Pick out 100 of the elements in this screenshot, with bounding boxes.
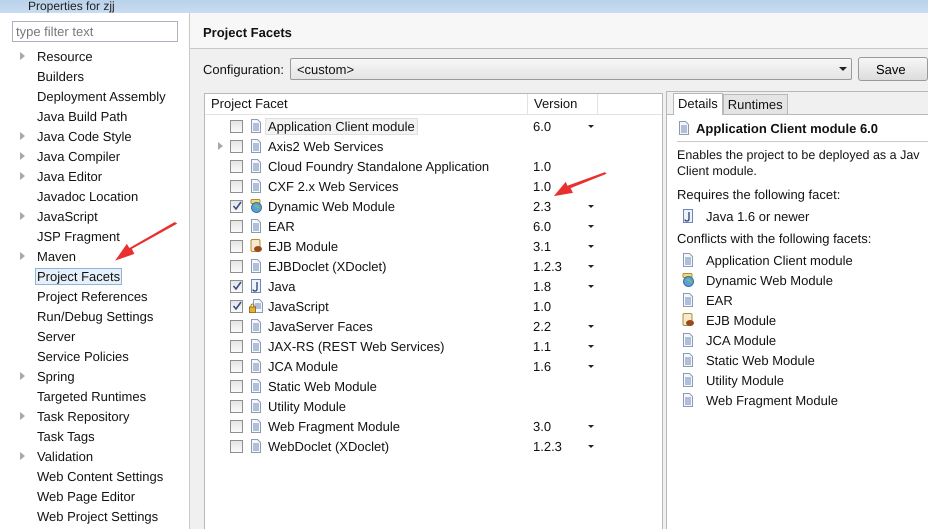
sidebar-item[interactable]: Builders — [35, 68, 86, 84]
version-cell: 1.6 — [533, 358, 552, 374]
sidebar-item[interactable]: Service Policies — [35, 348, 131, 364]
sidebar-item[interactable]: Targeted Runtimes — [35, 388, 148, 404]
expand-icon[interactable] — [20, 452, 25, 460]
version-cell: 2.3 — [533, 198, 552, 214]
sidebar-item[interactable]: Web Content Settings — [35, 468, 166, 484]
sidebar-item[interactable]: Spring — [35, 368, 77, 384]
sidebar-item[interactable]: Java Code Style — [35, 128, 134, 144]
expand-icon[interactable] — [20, 372, 25, 380]
checkbox[interactable] — [230, 360, 243, 372]
sidebar-item[interactable]: JSP Fragment — [35, 228, 122, 244]
version-cell: 1.2.3 — [533, 258, 562, 274]
document-icon — [249, 379, 263, 393]
sidebar-item[interactable]: Maven — [35, 248, 78, 264]
facet-name[interactable]: EJBDoclet (XDoclet) — [265, 258, 390, 274]
facet-name[interactable]: Cloud Foundry Standalone Application — [265, 158, 492, 174]
dropdown-caret-icon[interactable] — [588, 364, 594, 368]
sidebar-item[interactable]: Web Project Settings — [35, 508, 160, 524]
dropdown-caret-icon[interactable] — [588, 344, 594, 348]
checkbox[interactable] — [230, 200, 243, 212]
sidebar-item[interactable]: JavaScript — [35, 208, 100, 224]
document-icon — [249, 339, 263, 353]
sidebar-item[interactable]: Server — [35, 328, 78, 344]
checkbox[interactable] — [230, 440, 243, 452]
configuration-dropdown[interactable]: <custom> — [290, 58, 852, 80]
tab[interactable]: Details — [673, 93, 723, 115]
checkbox[interactable] — [230, 280, 243, 292]
facet-item: Java 1.6 or newer — [706, 208, 810, 224]
facet-item: Utility Module — [706, 372, 784, 388]
sidebar-item[interactable]: Java Compiler — [35, 148, 122, 164]
facet-name[interactable]: EJB Module — [265, 238, 342, 254]
checkbox[interactable] — [230, 160, 243, 172]
checkbox[interactable] — [230, 320, 243, 332]
checkbox[interactable] — [230, 180, 243, 192]
facet-name[interactable]: JavaServer Faces — [265, 318, 376, 334]
checkbox[interactable] — [230, 240, 243, 252]
sidebar-item[interactable]: Task Tags — [35, 428, 97, 444]
sidebar-item[interactable]: Javadoc Location — [35, 188, 140, 204]
facet-name[interactable]: WebDoclet (XDoclet) — [265, 438, 392, 454]
sidebar-item[interactable]: Project Facets — [35, 268, 122, 284]
filter-field[interactable]: type filter text — [12, 21, 178, 42]
column-header[interactable]: Version — [528, 94, 598, 114]
dropdown-caret-icon[interactable] — [588, 224, 594, 228]
checkbox[interactable] — [230, 380, 243, 392]
facet-name[interactable]: Static Web Module — [265, 378, 380, 394]
column-header[interactable]: Project Facet — [205, 94, 528, 114]
expand-icon[interactable] — [20, 212, 25, 220]
facet-name[interactable]: Application Client module — [265, 118, 418, 134]
facet-name[interactable]: Utility Module — [265, 398, 350, 414]
version-cell: 6.0 — [533, 218, 552, 234]
sidebar-item[interactable]: Web Page Editor — [35, 488, 138, 504]
expand-icon[interactable] — [20, 152, 25, 160]
dropdown-caret-icon[interactable] — [588, 264, 594, 268]
checkbox[interactable] — [230, 120, 243, 132]
checkbox[interactable] — [230, 140, 243, 152]
document-icon — [681, 373, 695, 387]
facet-name[interactable]: Java — [265, 278, 298, 294]
expand-icon[interactable] — [20, 252, 25, 260]
document-icon — [249, 259, 263, 273]
dropdown-caret-icon[interactable] — [588, 244, 594, 248]
expand-icon[interactable] — [218, 142, 223, 150]
sidebar-item[interactable]: Resource — [35, 48, 95, 64]
expand-icon[interactable] — [20, 52, 25, 60]
sidebar-item[interactable]: Project References — [35, 288, 150, 304]
dropdown-caret-icon[interactable] — [588, 284, 594, 288]
sidebar-item[interactable]: Deployment Assembly — [35, 88, 168, 104]
checkbox[interactable] — [230, 400, 243, 412]
facet-name[interactable]: EAR — [265, 218, 298, 234]
save-button[interactable]: Save — [858, 57, 928, 81]
facet-name[interactable]: JAX-RS (REST Web Services) — [265, 338, 448, 354]
document-icon — [249, 439, 263, 453]
sidebar-item[interactable]: Task Repository — [35, 408, 132, 424]
dropdown-caret-icon[interactable] — [588, 124, 594, 128]
sidebar-item[interactable]: Java Editor — [35, 168, 104, 184]
requires-heading: Requires the following facet: — [677, 186, 842, 204]
checkbox[interactable] — [230, 260, 243, 272]
facet-name[interactable]: Axis2 Web Services — [265, 138, 386, 154]
dropdown-caret-icon[interactable] — [588, 204, 594, 208]
sidebar-item[interactable]: Run/Debug Settings — [35, 308, 156, 324]
checkbox[interactable] — [230, 340, 243, 352]
checkbox[interactable] — [230, 220, 243, 232]
tab[interactable]: Runtimes — [722, 94, 788, 114]
checkbox[interactable] — [230, 300, 243, 312]
sidebar-item[interactable]: Validation — [35, 448, 96, 464]
expand-icon[interactable] — [20, 132, 25, 140]
document-icon — [677, 121, 691, 135]
expand-icon[interactable] — [20, 172, 25, 180]
expand-icon[interactable] — [20, 412, 25, 420]
dropdown-caret-icon[interactable] — [588, 324, 594, 328]
facet-name[interactable]: JavaScript — [265, 298, 332, 314]
dropdown-caret-icon[interactable] — [588, 424, 594, 428]
facet-name[interactable]: Web Fragment Module — [265, 418, 403, 434]
facet-name[interactable]: JCA Module — [265, 358, 342, 374]
facet-name[interactable]: Dynamic Web Module — [265, 198, 398, 214]
bean-jar-icon — [249, 239, 263, 253]
facet-name[interactable]: CXF 2.x Web Services — [265, 178, 402, 194]
checkbox[interactable] — [230, 420, 243, 432]
dropdown-caret-icon[interactable] — [588, 444, 594, 448]
sidebar-item[interactable]: Java Build Path — [35, 108, 130, 124]
